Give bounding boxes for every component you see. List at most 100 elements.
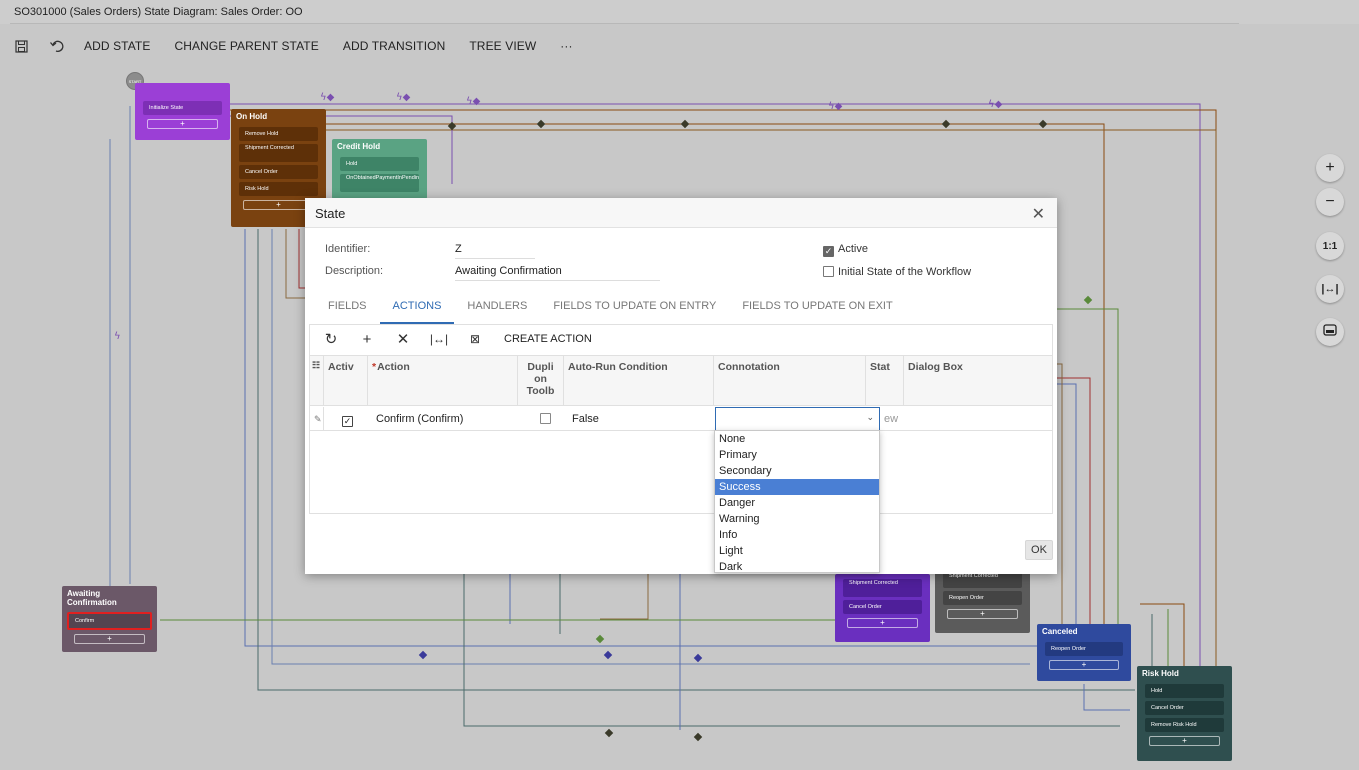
tab-actions[interactable]: ACTIONS xyxy=(379,292,455,324)
state-node-risk-hold[interactable]: Risk Hold Hold Cancel Order Remove Risk … xyxy=(1137,666,1232,761)
save-icon[interactable] xyxy=(12,37,30,55)
tab-fields[interactable]: FIELDS xyxy=(315,292,380,324)
window-title: SO301000 (Sales Orders) State Diagram: S… xyxy=(14,6,303,18)
fit-to-screen-button[interactable]: |↔| xyxy=(1316,275,1344,303)
refresh-icon[interactable]: ↻ xyxy=(320,330,342,348)
zoom-in-button[interactable]: + xyxy=(1316,154,1344,182)
node-action-cancel-order[interactable]: Cancel Order xyxy=(1145,701,1224,715)
svg-text:ϟ: ϟ xyxy=(114,331,121,342)
column-settings-icon[interactable]: ☷ xyxy=(310,356,324,405)
add-action-button[interactable]: + xyxy=(74,634,145,644)
row-active-checkbox[interactable]: ✓ xyxy=(338,407,357,431)
title-divider xyxy=(10,23,1239,24)
minimap-toggle-button[interactable] xyxy=(1316,318,1344,346)
zoom-reset-button[interactable]: 1:1 xyxy=(1316,232,1344,260)
row-duplicate-checkbox[interactable] xyxy=(536,407,555,431)
state-node-initialize[interactable]: Initialize State + xyxy=(135,83,230,140)
node-title: Awaiting Confirmation xyxy=(67,589,117,607)
svg-text:ϟ◆: ϟ◆ xyxy=(466,96,481,107)
option-primary[interactable]: Primary xyxy=(715,447,879,463)
node-action-obtained-payment[interactable]: OnObtainedPaymentInPendingProcessing xyxy=(340,174,419,192)
option-success[interactable]: Success xyxy=(715,479,879,495)
tab-fields-to-update-on-entry[interactable]: FIELDS TO UPDATE ON ENTRY xyxy=(540,292,729,324)
svg-text:ϟ◆: ϟ◆ xyxy=(828,101,843,112)
row-action-cell[interactable]: Confirm (Confirm) xyxy=(372,407,463,431)
undo-icon[interactable] xyxy=(48,37,66,55)
node-action-reopen-order[interactable]: Reopen Order xyxy=(1045,642,1123,656)
add-state-button[interactable]: ADD STATE xyxy=(84,39,150,53)
option-light[interactable]: Light xyxy=(715,543,879,559)
delete-row-icon[interactable]: ✕ xyxy=(392,330,414,348)
column-header-connotation[interactable]: Connotation xyxy=(714,356,866,405)
dialog-header: State ✕ xyxy=(305,198,1057,228)
state-node-awaiting-confirmation[interactable]: Awaiting Confirmation Confirm + xyxy=(62,586,157,652)
column-header-auto-run-condition[interactable]: Auto-Run Condition xyxy=(564,356,714,405)
create-action-button[interactable]: CREATE ACTION xyxy=(504,333,592,345)
node-header xyxy=(135,83,230,98)
state-node-credit-hold[interactable]: Credit Hold Hold OnObtainedPaymentInPend… xyxy=(332,139,427,199)
edit-row-icon[interactable]: ✎ xyxy=(310,407,324,431)
node-action-risk-hold[interactable]: Risk Hold xyxy=(239,182,318,196)
add-row-icon[interactable]: + xyxy=(356,331,378,348)
grid-header: ☷ Activ *Action Dupli on Toolb Auto-Run … xyxy=(310,355,1052,406)
state-node-canceled[interactable]: Canceled Reopen Order + xyxy=(1037,624,1131,681)
main-toolbar: ADD STATE CHANGE PARENT STATE ADD TRANSI… xyxy=(0,32,597,60)
actions-grid: ↻ + ✕ |↔| ⊠ CREATE ACTION ☷ Activ *Actio… xyxy=(309,324,1053,514)
node-action-remove-hold[interactable]: Remove Hold xyxy=(239,127,318,141)
node-action-hold[interactable]: Hold xyxy=(1145,684,1224,698)
node-action-shipment-corrected[interactable]: Shipment Corrected xyxy=(239,144,318,162)
add-action-button[interactable]: + xyxy=(847,618,918,628)
active-checkbox[interactable]: ✓ Active xyxy=(823,243,868,257)
node-action-remove-risk-hold[interactable]: Remove Risk Hold xyxy=(1145,718,1224,732)
add-action-button[interactable]: + xyxy=(243,200,314,210)
node-action-reopen-order[interactable]: Reopen Order xyxy=(943,591,1022,605)
initial-state-checkbox[interactable]: Initial State of the Workflow xyxy=(823,266,971,278)
add-transition-button[interactable]: ADD TRANSITION xyxy=(343,39,446,53)
add-action-button[interactable]: + xyxy=(147,119,218,129)
row-autorun-cell[interactable]: False xyxy=(568,407,599,431)
option-none[interactable]: None xyxy=(715,431,879,447)
tree-view-button[interactable]: TREE VIEW xyxy=(469,39,536,53)
column-header-status[interactable]: Stat xyxy=(866,356,904,405)
state-node-completed[interactable]: Shipment Corrected Reopen Order + xyxy=(935,569,1030,633)
node-action-cancel-order[interactable]: Cancel Order xyxy=(843,600,922,614)
node-action-hold[interactable]: Hold xyxy=(340,157,419,171)
state-node-shipment[interactable]: Shipment Corrected Cancel Order + xyxy=(835,574,930,642)
fit-columns-icon[interactable]: |↔| xyxy=(428,332,450,346)
tab-handlers[interactable]: HANDLERS xyxy=(454,292,540,324)
more-actions-button[interactable]: ··· xyxy=(560,39,572,53)
column-header-dialog-box[interactable]: Dialog Box xyxy=(904,356,1052,405)
active-label: Active xyxy=(838,243,868,255)
node-title: On Hold xyxy=(236,112,268,121)
add-action-button[interactable]: + xyxy=(1049,660,1119,670)
option-warning[interactable]: Warning xyxy=(715,511,879,527)
add-action-button[interactable]: + xyxy=(947,609,1018,619)
node-action-confirm[interactable]: Confirm xyxy=(67,612,152,630)
option-info[interactable]: Info xyxy=(715,527,879,543)
node-action-shipment-corrected[interactable]: Shipment Corrected xyxy=(843,579,922,597)
option-danger[interactable]: Danger xyxy=(715,495,879,511)
initial-state-label: Initial State of the Workflow xyxy=(838,266,972,278)
identifier-field[interactable]: Z xyxy=(455,243,535,259)
table-row[interactable]: ✎ ✓ Confirm (Confirm) False ⌄ ew xyxy=(310,407,1052,431)
column-header-action[interactable]: *Action xyxy=(368,356,518,405)
svg-text:ϟ◆: ϟ◆ xyxy=(320,92,335,103)
connotation-select[interactable]: ⌄ xyxy=(715,407,880,431)
connotation-dropdown-list: None Primary Secondary Success Danger Wa… xyxy=(714,430,880,573)
option-dark[interactable]: Dark xyxy=(715,559,879,575)
tab-fields-to-update-on-exit[interactable]: FIELDS TO UPDATE ON EXIT xyxy=(729,292,905,324)
zoom-out-button[interactable]: − xyxy=(1316,188,1344,216)
export-excel-icon[interactable]: ⊠ xyxy=(464,332,486,346)
description-field[interactable]: Awaiting Confirmation xyxy=(455,265,660,281)
node-action-cancel-order[interactable]: Cancel Order xyxy=(239,165,318,179)
add-action-button[interactable]: + xyxy=(1149,736,1220,746)
column-header-duplicate-on-toolbar[interactable]: Dupli on Toolb xyxy=(518,356,564,405)
option-secondary[interactable]: Secondary xyxy=(715,463,879,479)
row-status-cell: ew xyxy=(884,413,899,425)
change-parent-state-button[interactable]: CHANGE PARENT STATE xyxy=(174,39,318,53)
node-action-initialize-state[interactable]: Initialize State xyxy=(143,101,222,115)
column-header-active[interactable]: Activ xyxy=(324,356,368,405)
close-icon[interactable]: ✕ xyxy=(1032,204,1045,224)
ok-button[interactable]: OK xyxy=(1025,540,1053,560)
node-action-shipment-corrected[interactable]: Shipment Corrected xyxy=(943,572,1022,588)
